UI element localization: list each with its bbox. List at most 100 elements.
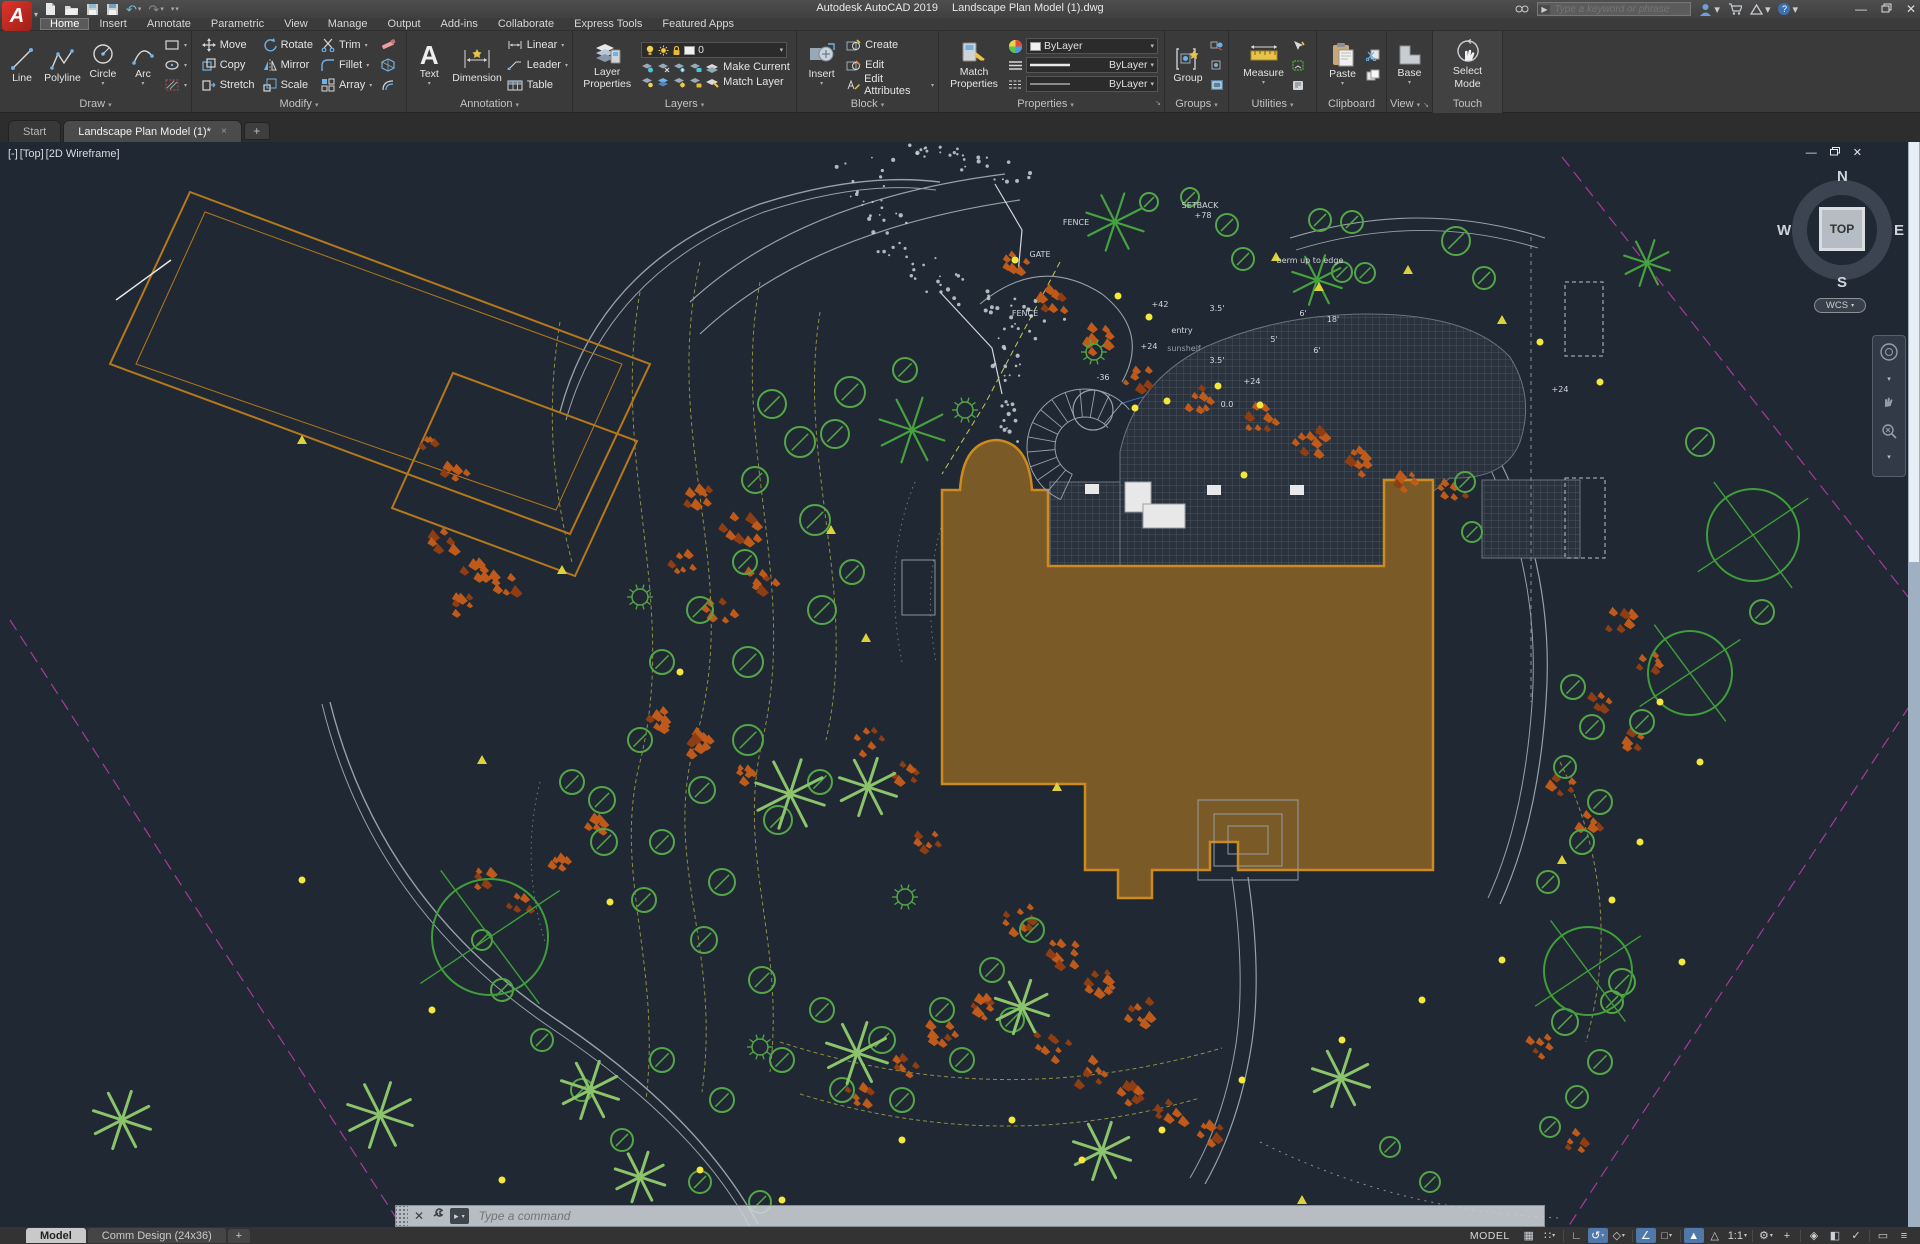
status-isolate-objects[interactable]: ◈ bbox=[1804, 1228, 1824, 1243]
vertical-scrollbar[interactable] bbox=[1908, 142, 1920, 1227]
compass-east[interactable]: E bbox=[1894, 222, 1904, 239]
panel-label-annotation[interactable]: Annotation ▾ bbox=[407, 97, 572, 112]
array-button[interactable]: Array ▾ bbox=[321, 76, 372, 94]
drawing-minimize-button[interactable]: — bbox=[1806, 147, 1817, 159]
status-graphics-performance[interactable]: ✓ bbox=[1846, 1228, 1866, 1243]
minimize-button[interactable]: — bbox=[1855, 2, 1867, 16]
search-input[interactable] bbox=[1550, 3, 1691, 15]
landscape-plan-drawing[interactable]: FENCE GATE FENCE SETBACK+78 berm up to edge e… bbox=[0, 142, 1920, 1228]
recent-commands-button[interactable]: ▸ ▾ bbox=[450, 1208, 469, 1224]
rectangle-tool-icon[interactable]: ▾ bbox=[165, 36, 187, 54]
navbar-caret2-icon[interactable]: ▾ bbox=[1887, 453, 1891, 461]
layer-color-tool-icon[interactable] bbox=[657, 77, 670, 88]
linear-dimension-button[interactable]: Linear ▾ bbox=[507, 36, 568, 54]
layer-select[interactable]: 0 ▾ bbox=[641, 42, 788, 58]
panel-label-layers[interactable]: Layers ▾ bbox=[573, 97, 796, 112]
mirror-button[interactable]: Mirror bbox=[263, 56, 313, 74]
quick-select-icon[interactable] bbox=[1292, 36, 1306, 54]
polyline-button[interactable]: Polyline bbox=[44, 46, 81, 85]
compass-south[interactable]: S bbox=[1837, 274, 1847, 291]
tab-drawing[interactable]: Landscape Plan Model (1)* × bbox=[63, 120, 242, 142]
ribbon-tab-home[interactable]: Home bbox=[40, 18, 90, 30]
move-button[interactable]: Move bbox=[201, 36, 255, 54]
panel-label-clipboard[interactable]: Clipboard bbox=[1317, 97, 1386, 112]
ungroup-icon[interactable] bbox=[1210, 36, 1224, 54]
tab-close-icon[interactable]: × bbox=[221, 126, 227, 137]
layer-thaw-icon[interactable] bbox=[673, 77, 686, 88]
panel-label-modify[interactable]: Modify ▾ bbox=[192, 97, 406, 112]
edit-block-button[interactable]: Edit bbox=[846, 56, 934, 74]
make-current-button[interactable]: Make Current bbox=[723, 61, 790, 73]
panel-label-view[interactable]: View ▾ ↘ bbox=[1387, 97, 1432, 112]
model-paper-toggle[interactable]: MODEL bbox=[1462, 1230, 1518, 1242]
search-icon[interactable] bbox=[1515, 4, 1529, 15]
quick-calculator-icon[interactable] bbox=[1292, 56, 1306, 74]
select-mode-button[interactable]: Select Mode bbox=[1443, 39, 1493, 90]
tab-start[interactable]: Start bbox=[8, 120, 62, 142]
ribbon-tab-output[interactable]: Output bbox=[378, 18, 431, 30]
panel-label-utilities[interactable]: Utilities ▾ bbox=[1229, 97, 1316, 112]
arc-button[interactable]: Arc ▾ bbox=[125, 42, 161, 88]
table-button[interactable]: Table bbox=[507, 76, 568, 94]
offset-icon[interactable] bbox=[380, 76, 396, 94]
create-block-button[interactable]: Create bbox=[846, 36, 934, 54]
autodesk-apps-icon[interactable]: ▾ bbox=[1749, 3, 1770, 16]
match-layer-button[interactable]: Match Layer bbox=[723, 76, 784, 88]
base-button[interactable]: Base ▾ bbox=[1391, 43, 1428, 87]
explode-icon[interactable] bbox=[380, 56, 396, 74]
id-point-icon[interactable] bbox=[1292, 76, 1306, 94]
command-close-icon[interactable]: ✕ bbox=[408, 1209, 430, 1223]
status-annotation-autoscale[interactable]: △ bbox=[1705, 1228, 1725, 1243]
view-menu[interactable]: [Top] bbox=[20, 148, 44, 160]
pan-icon[interactable] bbox=[1880, 391, 1898, 414]
drawing-area[interactable]: FENCE GATE FENCE SETBACK +78 berm up to edge e… bbox=[0, 142, 1920, 1228]
group-selection-icon[interactable] bbox=[1210, 76, 1224, 94]
ribbon-tab-annotate[interactable]: Annotate bbox=[137, 18, 201, 30]
layer-select-caret-icon[interactable]: ▾ bbox=[780, 46, 784, 54]
paste-button[interactable]: Paste ▾ bbox=[1324, 42, 1362, 88]
status-customization[interactable]: ≡ bbox=[1894, 1228, 1914, 1243]
compass-west[interactable]: W bbox=[1777, 222, 1791, 239]
status-isometric-drafting[interactable]: ◇ ▾ bbox=[1609, 1228, 1629, 1243]
panel-label-draw[interactable]: Draw ▾ bbox=[0, 97, 191, 112]
ribbon-tab-view[interactable]: View bbox=[274, 18, 318, 30]
new-tab-button[interactable]: + bbox=[243, 122, 270, 140]
viewport-menu[interactable]: [-] bbox=[8, 148, 18, 160]
search-go-icon[interactable]: ▶ bbox=[1538, 4, 1551, 14]
leader-button[interactable]: Leader ▾ bbox=[507, 56, 568, 74]
stretch-button[interactable]: Stretch bbox=[202, 76, 255, 94]
application-menu-button[interactable]: A bbox=[2, 1, 32, 31]
rotate-button[interactable]: Rotate bbox=[263, 36, 313, 54]
circle-button[interactable]: Circle ▾ bbox=[85, 42, 121, 88]
make-current-icon[interactable] bbox=[705, 62, 720, 73]
drawing-close-button[interactable]: ✕ bbox=[1853, 146, 1862, 159]
ribbon-tab-featured-apps[interactable]: Featured Apps bbox=[652, 18, 744, 30]
copy-clip-icon[interactable] bbox=[1366, 66, 1380, 84]
line-button[interactable]: Line bbox=[4, 46, 40, 85]
viewcube[interactable]: N S W E TOP WCS ▾ bbox=[1777, 168, 1904, 320]
command-input[interactable] bbox=[468, 1208, 1544, 1224]
navbar-caret-icon[interactable]: ▾ bbox=[1887, 375, 1891, 383]
status-clean-screen[interactable]: ▭ bbox=[1873, 1228, 1893, 1243]
trim-button[interactable]: Trim ▾ bbox=[321, 36, 372, 54]
dimension-button[interactable]: Dimension bbox=[451, 46, 502, 85]
group-button[interactable]: Group bbox=[1169, 46, 1207, 85]
linetype-select[interactable]: ByLayer ▾ bbox=[1026, 76, 1158, 92]
status-object-snap[interactable]: □ ▾ bbox=[1657, 1228, 1677, 1243]
navigation-wheel-icon[interactable] bbox=[1879, 342, 1899, 367]
layer-isolate-icon[interactable] bbox=[641, 62, 654, 73]
measure-button[interactable]: Measure ▾ bbox=[1240, 43, 1288, 87]
ribbon-tab-parametric[interactable]: Parametric bbox=[201, 18, 274, 30]
app-store-cart-icon[interactable] bbox=[1728, 3, 1742, 15]
status-workspace-switching[interactable]: ⚙ ▾ bbox=[1756, 1228, 1776, 1243]
close-button[interactable]: ✕ bbox=[1906, 2, 1916, 16]
application-menu-caret-icon[interactable]: ▾ bbox=[34, 10, 38, 19]
object-color-select[interactable]: ByLayer ▾ bbox=[1026, 38, 1158, 54]
status-ortho-mode[interactable]: ∟ bbox=[1567, 1228, 1587, 1243]
status-annotation-scale[interactable]: 1:1 ▾ bbox=[1726, 1228, 1749, 1243]
status-snap-mode[interactable]: ∷ ▾ bbox=[1540, 1228, 1560, 1243]
layer-on-tool-icon[interactable] bbox=[641, 77, 654, 88]
wcs-menu[interactable]: WCS ▾ bbox=[1814, 298, 1866, 313]
ribbon-tab-add-ins[interactable]: Add-ins bbox=[431, 18, 488, 30]
erase-icon[interactable] bbox=[380, 36, 396, 54]
